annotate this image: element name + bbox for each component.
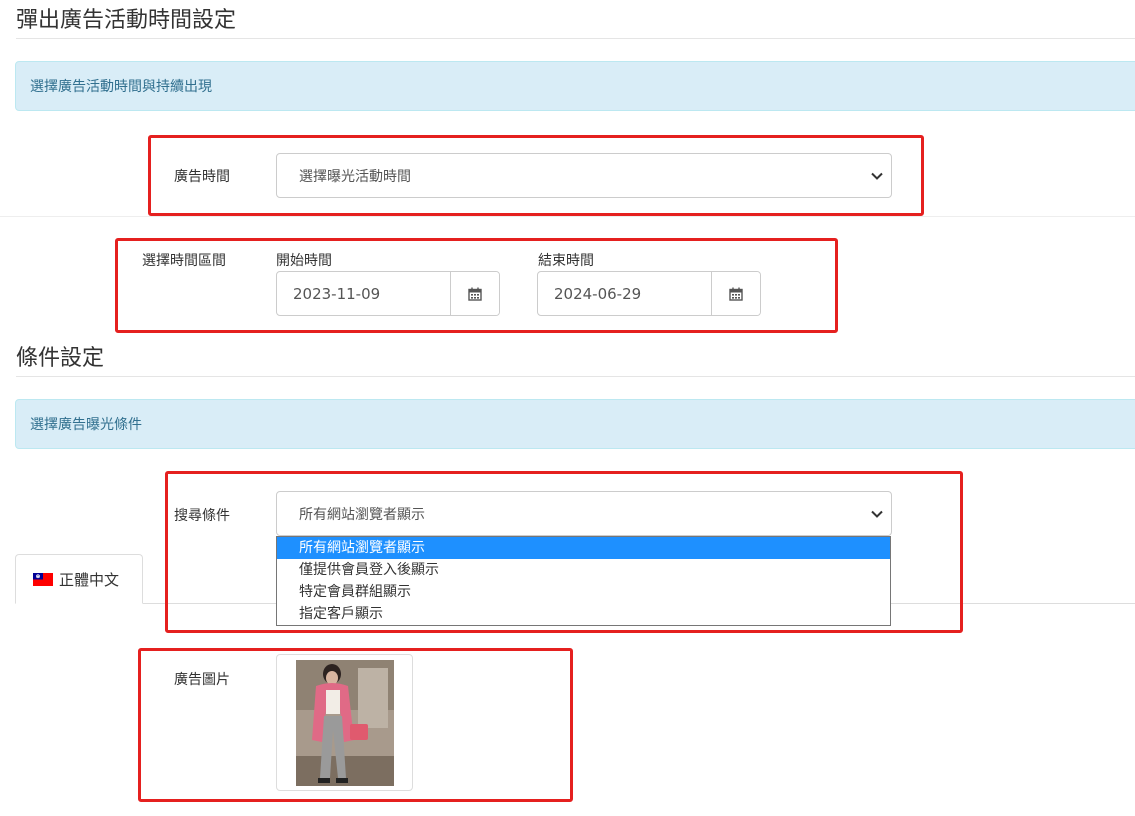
highlight-box xyxy=(148,135,924,216)
schedule-info-text: 選擇廣告活動時間與持續出現 xyxy=(30,79,212,95)
divider xyxy=(0,216,1135,217)
tab-traditional-chinese[interactable]: 正體中文 xyxy=(15,554,143,604)
schedule-info-box: 選擇廣告活動時間與持續出現 xyxy=(15,61,1135,111)
divider xyxy=(16,376,1135,377)
tab-label: 正體中文 xyxy=(59,570,120,589)
highlight-box xyxy=(115,238,838,333)
schedule-section-title: 彈出廣告活動時間設定 xyxy=(16,8,237,33)
highlight-box xyxy=(165,471,963,633)
taiwan-flag-icon xyxy=(33,572,53,586)
conditions-info-text: 選擇廣告曝光條件 xyxy=(30,417,142,433)
divider xyxy=(16,38,1135,39)
highlight-box xyxy=(138,648,573,802)
conditions-section-title: 條件設定 xyxy=(16,346,105,371)
conditions-info-box: 選擇廣告曝光條件 xyxy=(15,399,1135,449)
